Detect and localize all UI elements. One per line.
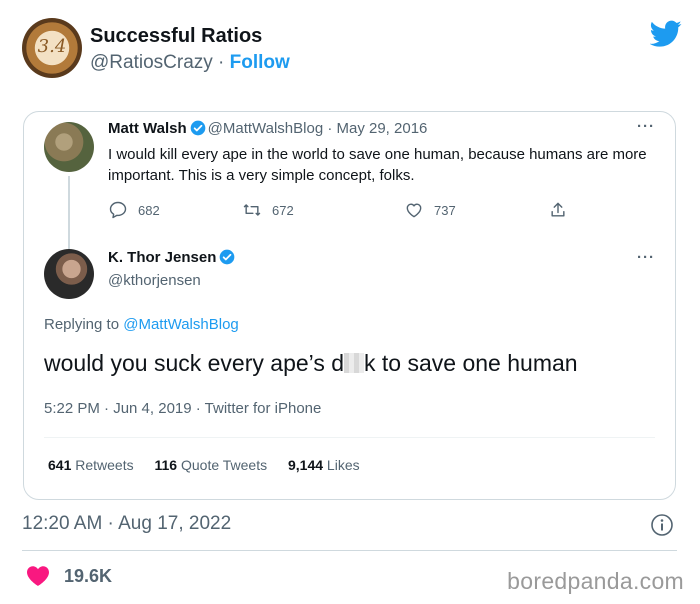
original-author-name[interactable]: Matt Walsh xyxy=(108,120,187,137)
likes-stat[interactable]: 9,144 Likes xyxy=(288,457,360,473)
like-count: 737 xyxy=(434,202,456,218)
retweet-count: 672 xyxy=(272,202,294,218)
quoted-thread-card[interactable]: Matt Walsh @MattWalshBlog · May 29, 2016 … xyxy=(23,111,676,500)
heart-outline-icon xyxy=(406,203,422,218)
censored-block xyxy=(344,353,365,373)
original-handle-date[interactable]: @MattWalshBlog · May 29, 2016 xyxy=(208,120,428,137)
account-handle-line: @RatiosCrazy · Follow xyxy=(90,52,290,74)
original-header: Matt Walsh @MattWalshBlog · May 29, 2016 xyxy=(108,120,427,137)
reply-header: K. Thor Jensen xyxy=(108,249,237,266)
reply-text-part-1: would you suck every ape’s d xyxy=(44,350,345,376)
more-options-icon[interactable]: ··· xyxy=(637,118,655,135)
share-action[interactable] xyxy=(548,198,578,222)
watermark: boredpanda.com xyxy=(507,568,684,594)
replying-prefix: Replying to xyxy=(44,316,124,333)
info-icon[interactable] xyxy=(650,513,674,537)
reply-action[interactable]: 682 xyxy=(108,198,160,222)
reply-count: 682 xyxy=(138,202,160,218)
verified-badge-icon xyxy=(220,249,235,265)
like-action[interactable]: 737 xyxy=(404,198,456,222)
reply-text-part-2: k to save one human xyxy=(364,350,578,376)
follow-button[interactable]: Follow xyxy=(230,52,290,73)
replying-to-link[interactable]: @MattWalshBlog xyxy=(123,316,239,333)
reply-stats: 641 Retweets 116 Quote Tweets 9,144 Like… xyxy=(48,457,377,473)
share-icon xyxy=(551,202,565,217)
reply-author-handle[interactable]: @kthorjensen xyxy=(108,272,201,289)
reply-avatar[interactable] xyxy=(44,249,94,299)
verified-badge-icon xyxy=(190,120,205,136)
account-name[interactable]: Successful Ratios xyxy=(90,25,262,48)
replying-to: Replying to @MattWalshBlog xyxy=(44,316,239,333)
original-avatar[interactable] xyxy=(44,122,94,172)
reply-timestamp[interactable]: 5:22 PM · Jun 4, 2019 · Twitter for iPho… xyxy=(44,400,321,417)
tweet-timestamp[interactable]: 12:20 AM · Aug 17, 2022 xyxy=(22,513,231,535)
tweet-header: 3.4 Successful Ratios @RatiosCrazy · Fol… xyxy=(22,16,682,80)
more-options-icon[interactable]: ··· xyxy=(637,249,655,266)
original-action-bar: 682 672 737 xyxy=(108,198,578,222)
heart-icon[interactable] xyxy=(26,565,50,587)
retweet-action[interactable]: 672 xyxy=(242,198,294,222)
avatar-logo-text: 3.4 xyxy=(37,36,67,57)
account-handle[interactable]: @RatiosCrazy xyxy=(90,52,213,73)
divider xyxy=(22,550,677,551)
reply-tweet-text: would you suck every ape’s d k to save on… xyxy=(44,350,578,377)
quote-tweets-stat[interactable]: 116 Quote Tweets xyxy=(155,457,268,473)
like-count-total: 19.6K xyxy=(64,566,113,586)
original-tweet-text: I would kill every ape in the world to s… xyxy=(108,146,647,184)
avatar[interactable]: 3.4 xyxy=(22,18,82,78)
reply-author-name[interactable]: K. Thor Jensen xyxy=(108,249,216,266)
separator: · xyxy=(212,52,230,73)
divider xyxy=(44,437,655,438)
reply-icon xyxy=(109,201,127,219)
retweet-icon xyxy=(243,204,261,216)
retweets-stat[interactable]: 641 Retweets xyxy=(48,457,134,473)
twitter-bird-icon[interactable] xyxy=(650,20,682,48)
